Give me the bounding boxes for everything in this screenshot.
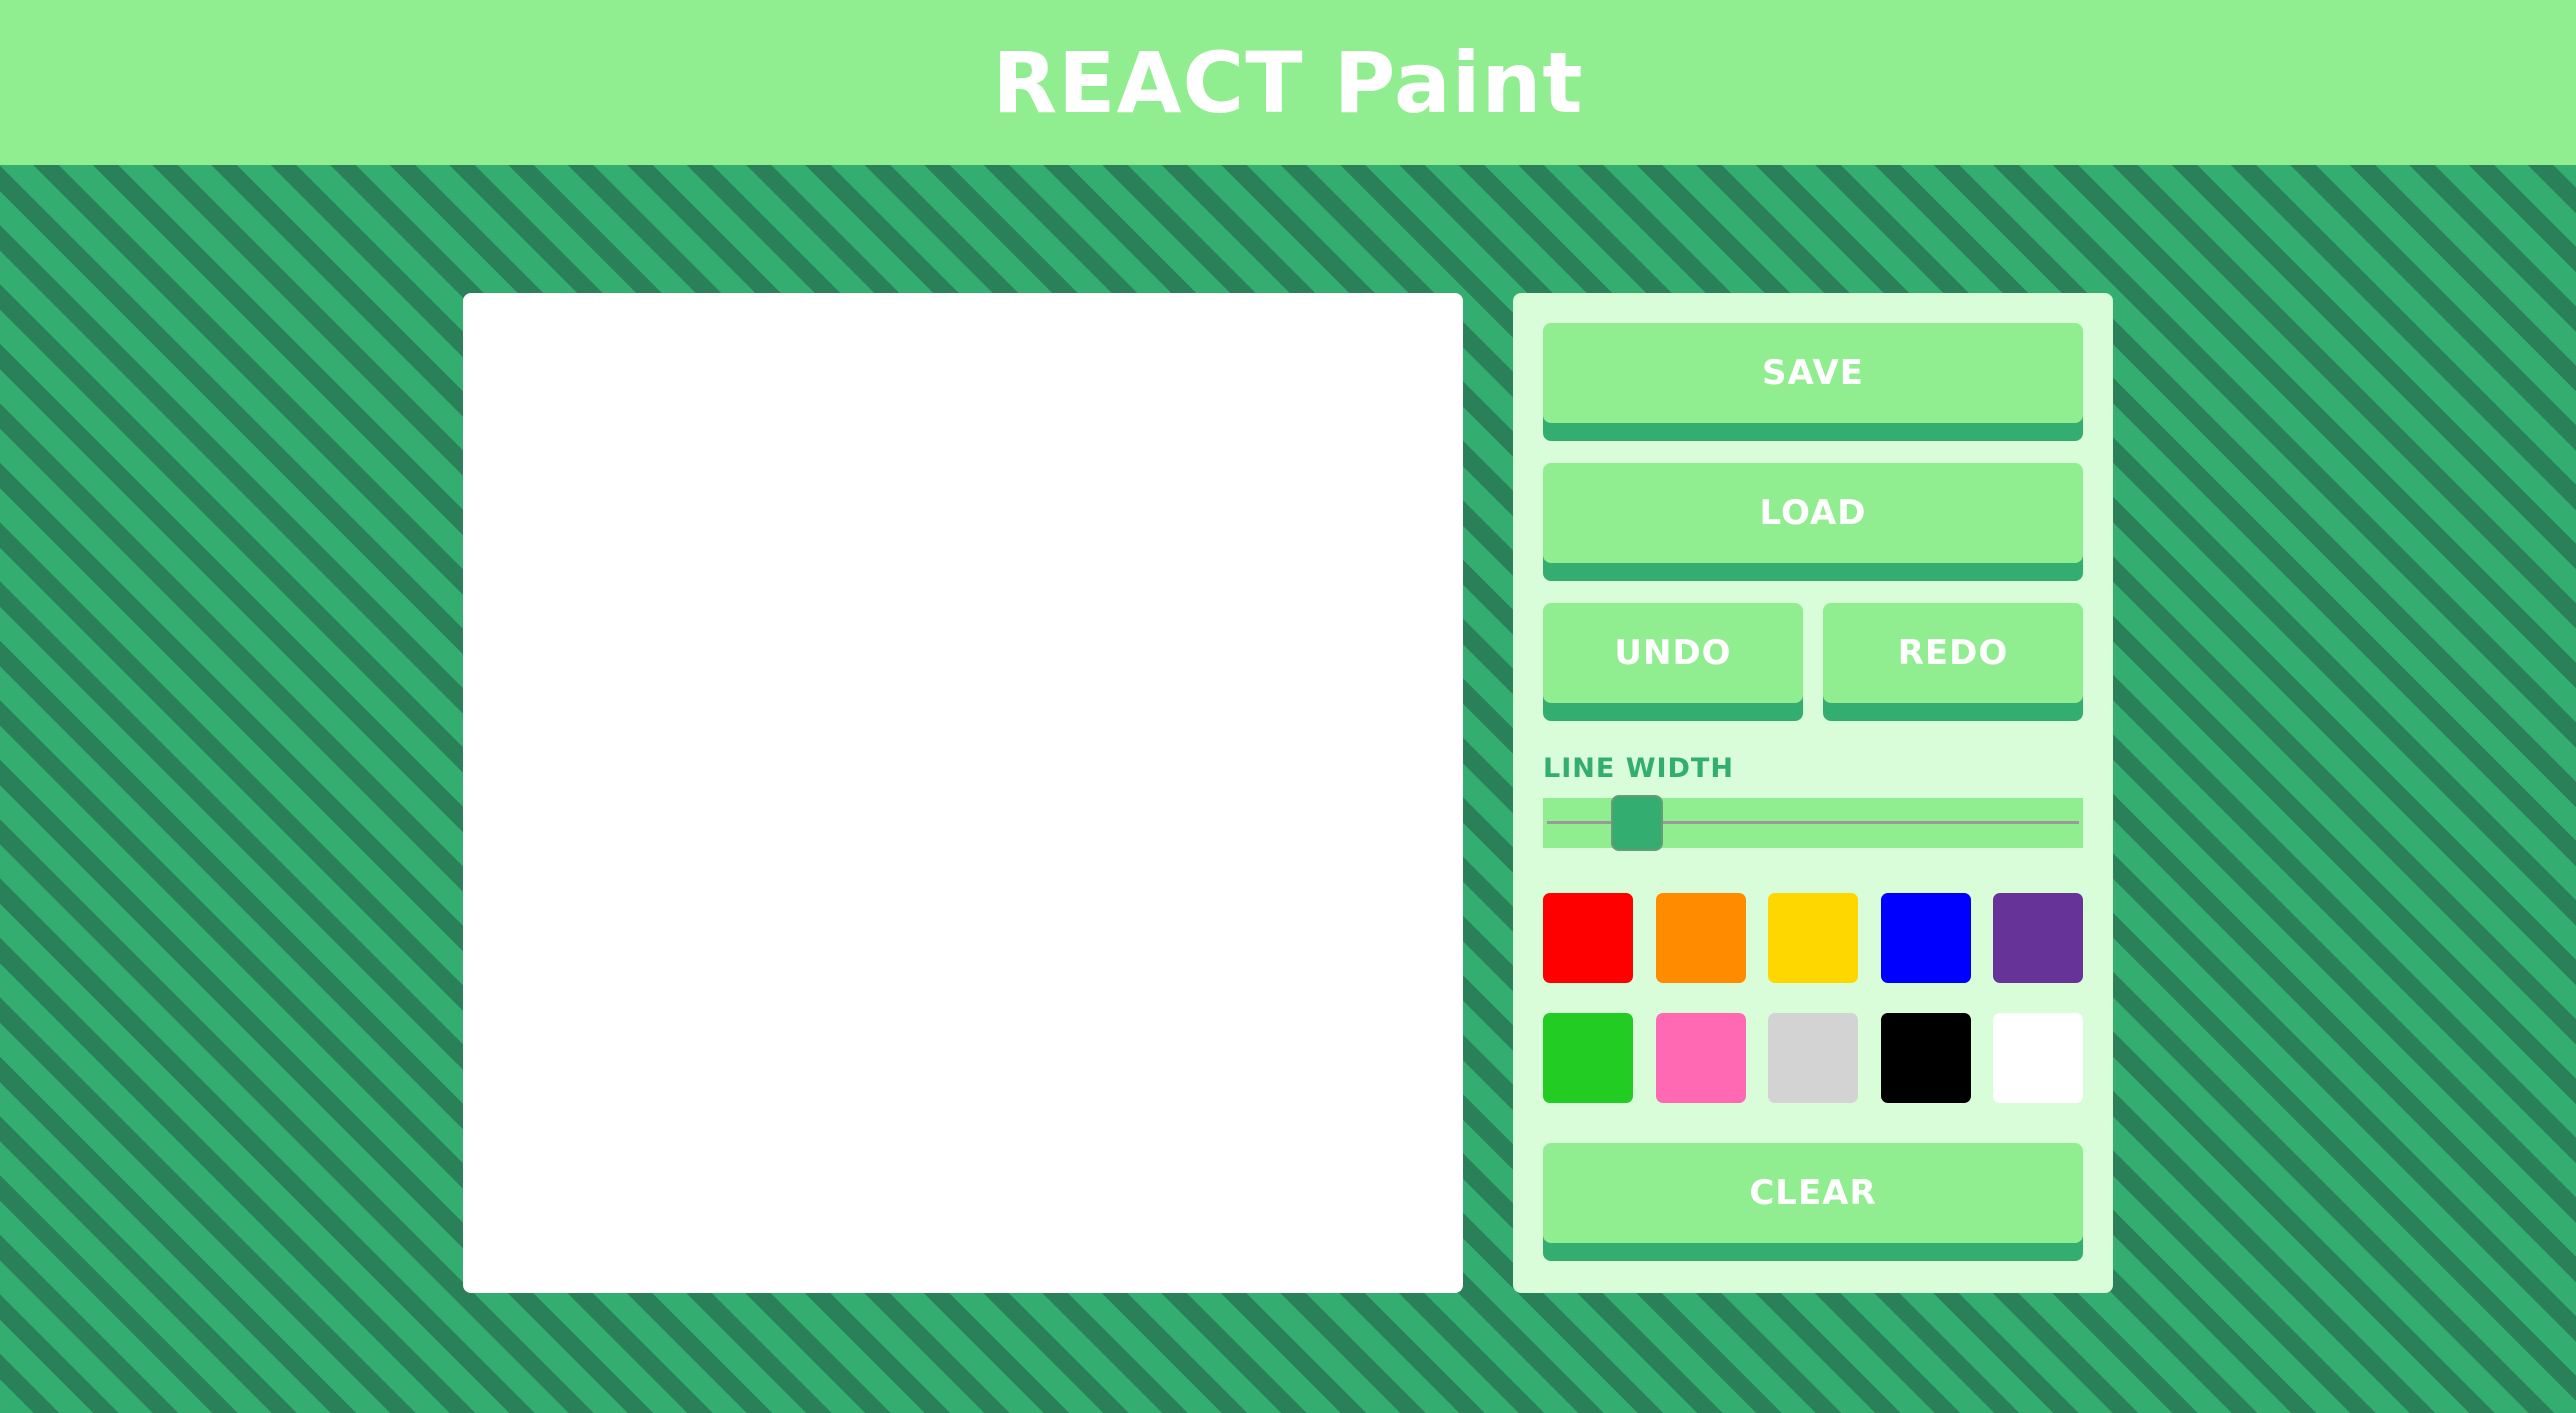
slider-thumb[interactable]: [1611, 795, 1663, 851]
color-swatch-light-gray[interactable]: [1768, 1013, 1858, 1103]
undo-button[interactable]: UNDO: [1543, 603, 1803, 703]
clear-button[interactable]: CLEAR: [1543, 1143, 2083, 1243]
load-button[interactable]: LOAD: [1543, 463, 2083, 563]
drawing-canvas[interactable]: [463, 293, 1463, 1293]
app-title: REACT Paint: [992, 33, 1584, 132]
color-swatch-white[interactable]: [1993, 1013, 2083, 1103]
color-swatch-pink[interactable]: [1655, 1013, 1746, 1103]
color-swatch-green[interactable]: [1543, 1013, 1633, 1103]
redo-button[interactable]: REDO: [1823, 603, 2083, 703]
toolbox-panel: SAVE LOAD UNDO REDO LINE WIDTH CLEAR: [1513, 293, 2113, 1293]
line-width-slider[interactable]: [1543, 795, 2083, 851]
color-swatch-orange[interactable]: [1655, 893, 1746, 983]
color-swatch-red[interactable]: [1543, 893, 1633, 983]
save-button[interactable]: SAVE: [1543, 323, 2083, 423]
app-header: REACT Paint: [0, 0, 2576, 165]
color-swatch-purple[interactable]: [1993, 893, 2083, 983]
color-swatch-black[interactable]: [1880, 1013, 1971, 1103]
line-width-label: LINE WIDTH: [1543, 753, 1734, 784]
color-swatch-yellow[interactable]: [1768, 893, 1858, 983]
color-swatch-blue[interactable]: [1880, 893, 1971, 983]
